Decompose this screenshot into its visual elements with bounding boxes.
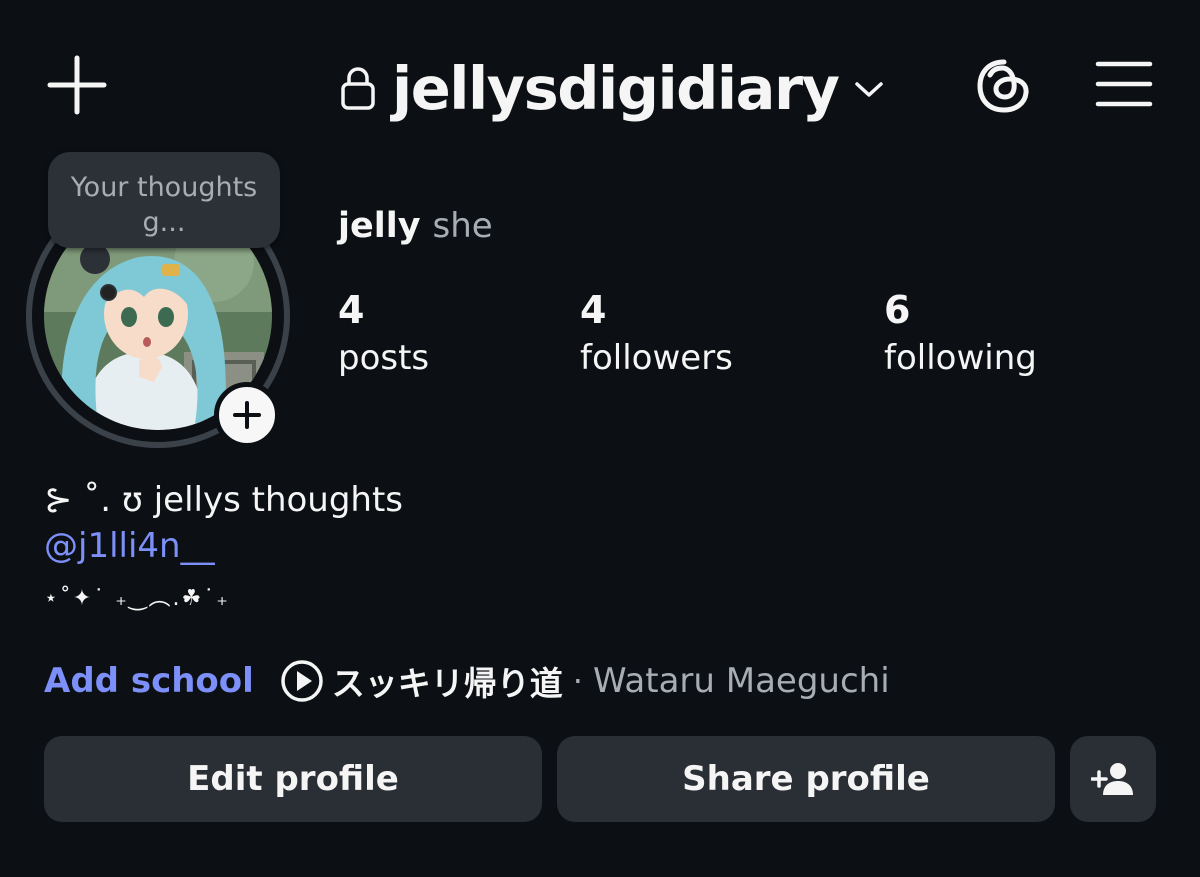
- stat-following[interactable]: 6 following: [884, 288, 1037, 384]
- stat-posts[interactable]: 4 posts: [338, 288, 429, 384]
- bio-line: ⊱ ˚. ʊ jellys thoughts: [44, 480, 404, 520]
- share-profile-button[interactable]: Share profile: [557, 736, 1055, 822]
- stat-label: followers: [580, 338, 733, 378]
- note-bubble-tail: [80, 244, 110, 274]
- profile-screen: jellysdigidiary Your thoughts g... jelly…: [0, 0, 1200, 877]
- edit-profile-label: Edit profile: [187, 759, 399, 799]
- account-switcher[interactable]: jellysdigidiary: [340, 48, 885, 128]
- add-person-icon: [1091, 763, 1133, 795]
- note-text: Your thoughts g...: [70, 172, 258, 238]
- profile-music-row: Add school スッキリ帰り道 · Wataru Maeguchi: [44, 656, 890, 706]
- threads-icon[interactable]: [974, 56, 1034, 116]
- stat-followers[interactable]: 4 followers: [580, 288, 733, 384]
- display-name: jelly: [338, 206, 421, 246]
- profile-username: jellysdigidiary: [392, 53, 840, 123]
- stat-value: 4: [580, 288, 607, 332]
- bio-decoration: ⋆˚✦˙ ₊‿︵.☘˙₊: [44, 586, 230, 611]
- name-row: jelly she: [338, 206, 493, 254]
- chevron-down-icon: [854, 82, 883, 97]
- add-school-link[interactable]: Add school: [44, 661, 254, 701]
- edit-profile-button[interactable]: Edit profile: [44, 736, 542, 822]
- plus-icon[interactable]: [46, 54, 108, 116]
- bio-mention-link[interactable]: @j1lli4n__: [44, 526, 215, 566]
- play-circle-icon[interactable]: [280, 659, 324, 703]
- share-profile-label: Share profile: [682, 759, 930, 799]
- stat-value: 6: [884, 288, 911, 332]
- stat-label: posts: [338, 338, 430, 378]
- lock-icon: [341, 67, 375, 110]
- song-separator: ·: [572, 662, 583, 700]
- discover-people-button[interactable]: [1070, 736, 1156, 822]
- note-bubble-tail-dot: [100, 284, 117, 301]
- stat-label: following: [884, 338, 1037, 378]
- pronouns: she: [432, 206, 493, 246]
- plus-icon: [233, 401, 261, 429]
- song-title[interactable]: スッキリ帰り道: [332, 657, 563, 705]
- add-story-button[interactable]: [214, 382, 280, 448]
- song-artist: Wataru Maeguchi: [592, 661, 890, 701]
- hamburger-menu-icon[interactable]: [1094, 58, 1154, 110]
- note-bubble[interactable]: Your thoughts g...: [48, 152, 280, 248]
- stat-value: 4: [338, 288, 365, 332]
